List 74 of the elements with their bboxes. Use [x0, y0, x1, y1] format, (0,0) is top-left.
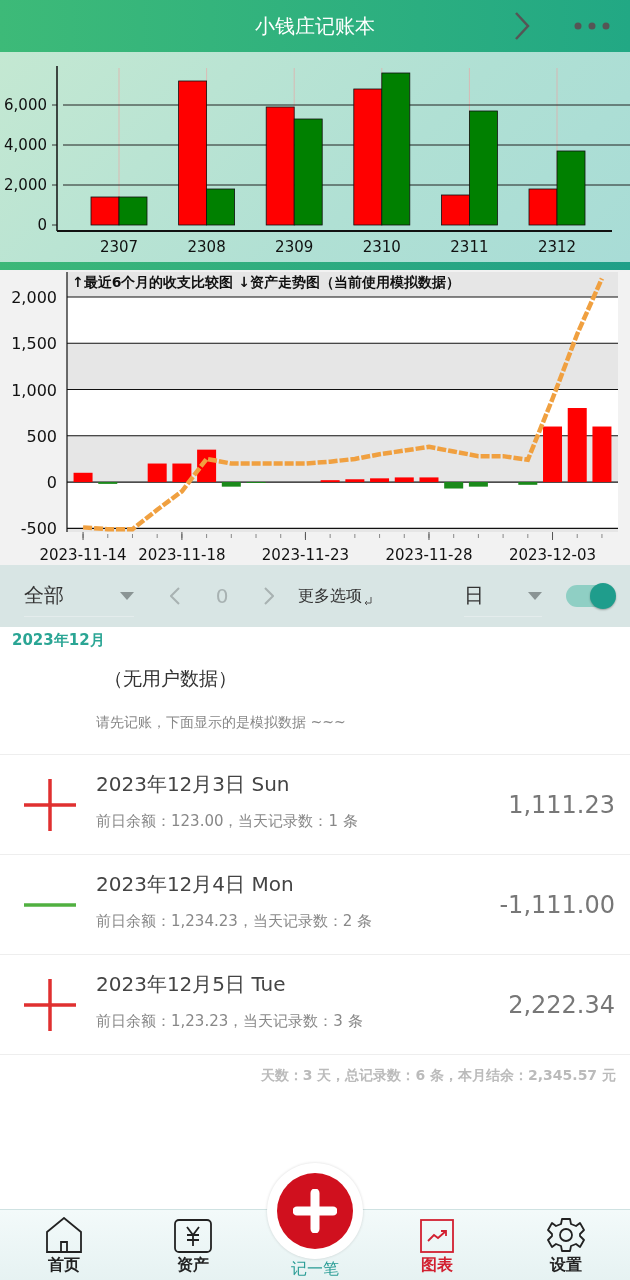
entry-detail: 前日余额：1,23.23，当天记录数：3 条 [96, 1011, 364, 1031]
chevron-right-icon[interactable] [514, 11, 530, 41]
axis-label: -500 [20, 519, 57, 539]
axis-label: 2023-11-23 [261, 546, 350, 564]
caret-icon [528, 591, 542, 600]
axis-label: 2,000 [4, 176, 47, 194]
axis-label: 2307 [99, 238, 139, 256]
axis-label: 0 [46, 473, 57, 493]
plus-icon [293, 1189, 337, 1233]
period-dropdown[interactable]: 日 [464, 575, 542, 617]
entry-detail: 前日余额：123.00，当天记录数：1 条 [96, 811, 359, 831]
bar [90, 196, 120, 226]
axis-label: 2,000 [11, 288, 57, 307]
chart-title: ↑最近6个月的收支比较图 ↓资产走势图（当前使用模拟数据） [72, 274, 461, 290]
axis-label: 2309 [275, 238, 314, 256]
yen-icon [173, 1219, 212, 1253]
axis-label: 0 [37, 216, 47, 234]
axis-label: 2023-11-14 [39, 546, 127, 564]
minus-icon [24, 902, 76, 907]
plus-icon [24, 778, 76, 831]
bar [118, 196, 148, 226]
nav-item[interactable]: 资产 [128, 1210, 257, 1280]
toggle-switch[interactable] [566, 585, 614, 607]
entry-amount: 1,111.23 [508, 790, 615, 819]
month-summary: 天数：3 天，总记录数：6 条，本月结余：2,345.57 元 [259, 1066, 617, 1085]
settings-icon [546, 1217, 585, 1253]
bar [345, 479, 365, 483]
axis-label: 2311 [450, 238, 489, 256]
entry-date: 2023年12月3日 Sun [96, 770, 291, 798]
axis-label: 500 [26, 426, 57, 446]
bar [419, 477, 439, 483]
bar [73, 472, 93, 483]
axis-label: 2023-12-03 [508, 546, 597, 564]
empty-title: （无用户数据） [104, 666, 238, 691]
home-icon [45, 1217, 84, 1253]
day-entry[interactable]: 2023年12月4日 Mon 前日余额：1,234.23，当天记录数：2 条 -1,111.00 [0, 855, 630, 955]
app-title: 小钱庄记账本 [255, 12, 375, 40]
nav-item[interactable]: 首页 [0, 1210, 129, 1280]
axis-label: 1,000 [11, 380, 57, 400]
bar [394, 477, 414, 483]
day-entry[interactable]: 2023年12月3日 Sun 前日余额：123.00，当天记录数：1 条 1,111.23 [0, 755, 630, 855]
nav-item[interactable]: 设置 [501, 1210, 630, 1280]
entry-date: 2023年12月5日 Tue [96, 970, 287, 998]
bar [592, 426, 612, 483]
category-dropdown[interactable]: 全部 [24, 575, 134, 617]
chart-icon [420, 1219, 455, 1253]
return-icon [364, 596, 372, 607]
more-icon[interactable] [574, 22, 610, 30]
bar [444, 482, 464, 489]
entry-date: 2023年12月4日 Mon [96, 870, 295, 898]
entry-amount: 2,222.34 [508, 990, 615, 1019]
nav-item[interactable]: 图表 [373, 1210, 502, 1280]
bar [543, 426, 562, 483]
day-entry[interactable]: 2023年12月5日 Tue 前日余额：1,23.23，当天记录数：3 条 2,222.34 [0, 955, 630, 1055]
axis-label: 2312 [537, 238, 577, 256]
axis-label: 2023-11-28 [385, 546, 473, 564]
axis-label: 2310 [362, 238, 401, 256]
notice-text: 请先记账，下面显示的是模拟数据 ~~~ [96, 714, 347, 732]
axis-label: 4,000 [4, 136, 47, 154]
bar [518, 482, 538, 485]
entry-detail: 前日余额：1,234.23，当天记录数：2 条 [96, 911, 374, 931]
more-options-button[interactable]: 更多选项 [298, 585, 372, 607]
bar [320, 480, 340, 483]
bar [468, 482, 488, 487]
axis-label: 6,000 [4, 96, 47, 114]
caret-icon [120, 591, 134, 600]
bar [370, 478, 390, 483]
bar [221, 482, 241, 487]
axis-label: 2023-11-18 [138, 546, 226, 564]
plus-icon [24, 978, 76, 1031]
axis-label: 1,500 [11, 334, 57, 354]
axis-label: 2308 [187, 238, 226, 256]
entry-amount: -1,111.00 [499, 890, 615, 919]
month-header: 2023年12月 [11, 630, 106, 651]
